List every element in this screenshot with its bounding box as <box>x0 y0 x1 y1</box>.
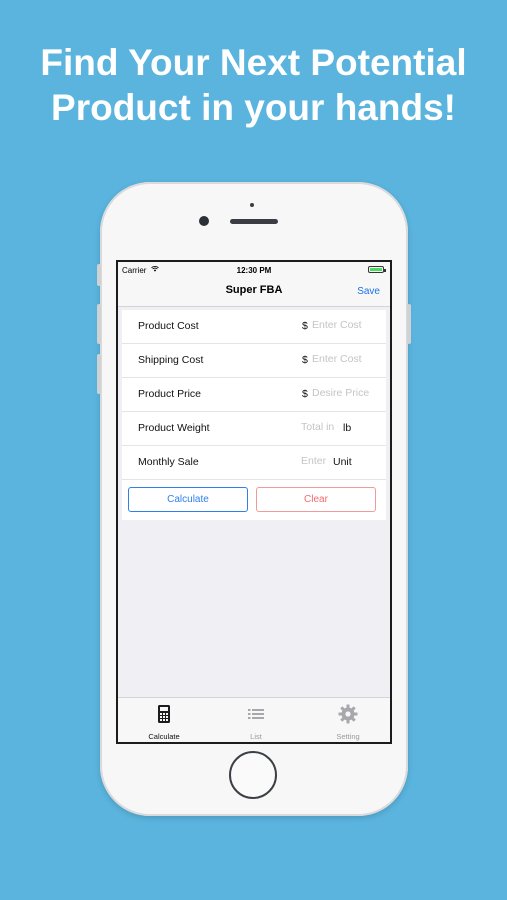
earpiece-speaker <box>230 219 278 224</box>
tab-calculate[interactable]: Calculate <box>118 698 210 742</box>
front-camera <box>199 216 209 226</box>
tab-bar: Calculate List Setting <box>118 697 390 742</box>
form-row-shipping-cost: Shipping Cost $ <box>122 344 386 378</box>
monthly-sale-unit: Unit <box>333 456 352 468</box>
calculator-form: Product Cost $ Shipping Cost $ Product P… <box>122 310 386 520</box>
volume-up-button <box>97 304 101 344</box>
shipping-cost-input[interactable] <box>312 352 382 366</box>
headline-line-2: Product in your hands! <box>51 87 456 128</box>
calculator-icon <box>158 705 170 723</box>
gear-icon <box>338 704 358 724</box>
product-weight-label: Product Weight <box>138 422 210 434</box>
shipping-cost-label: Shipping Cost <box>138 354 204 366</box>
power-button <box>407 304 411 344</box>
action-buttons: Calculate Clear <box>122 480 386 520</box>
proximity-sensor <box>250 203 254 207</box>
clear-button[interactable]: Clear <box>256 487 376 512</box>
headline-line-1: Find Your Next Potential <box>40 42 467 83</box>
form-row-product-price: Product Price $ <box>122 378 386 412</box>
product-price-input[interactable] <box>312 386 384 400</box>
headline: Find Your Next Potential Product in your… <box>0 40 507 130</box>
product-weight-input[interactable] <box>301 420 341 434</box>
tab-setting[interactable]: Setting <box>302 698 390 742</box>
tab-calculate-label: Calculate <box>148 732 180 741</box>
product-cost-input[interactable] <box>312 318 382 332</box>
shipping-cost-currency: $ <box>302 354 308 366</box>
product-weight-unit: lb <box>343 422 352 434</box>
nav-title: Super FBA <box>225 284 283 296</box>
save-button[interactable]: Save <box>357 286 380 297</box>
product-cost-currency: $ <box>302 320 308 332</box>
calculate-button[interactable]: Calculate <box>128 487 248 512</box>
battery-icon <box>368 266 386 273</box>
list-icon <box>248 709 264 719</box>
product-cost-label: Product Cost <box>138 320 199 332</box>
form-row-monthly-sale: Monthly Sale Unit <box>122 446 386 480</box>
volume-down-button <box>97 354 101 394</box>
tab-list-label: List <box>250 732 262 741</box>
tab-setting-label: Setting <box>336 732 360 741</box>
monthly-sale-label: Monthly Sale <box>138 456 199 468</box>
navigation-bar: Super FBA Save <box>118 278 390 307</box>
form-row-product-cost: Product Cost $ <box>122 310 386 344</box>
phone-frame: Carrier 12:30 PM Super FBA Save Product … <box>97 182 411 816</box>
status-bar: Carrier 12:30 PM <box>118 262 390 278</box>
status-time: 12:30 PM <box>236 266 272 275</box>
form-row-product-weight: Product Weight lb <box>122 412 386 446</box>
product-price-currency: $ <box>302 388 308 400</box>
mute-switch <box>97 264 101 286</box>
home-button[interactable] <box>229 751 277 799</box>
monthly-sale-input[interactable] <box>301 454 331 468</box>
tab-list[interactable]: List <box>210 698 302 742</box>
app-screen: Carrier 12:30 PM Super FBA Save Product … <box>116 260 392 744</box>
product-price-label: Product Price <box>138 388 202 400</box>
